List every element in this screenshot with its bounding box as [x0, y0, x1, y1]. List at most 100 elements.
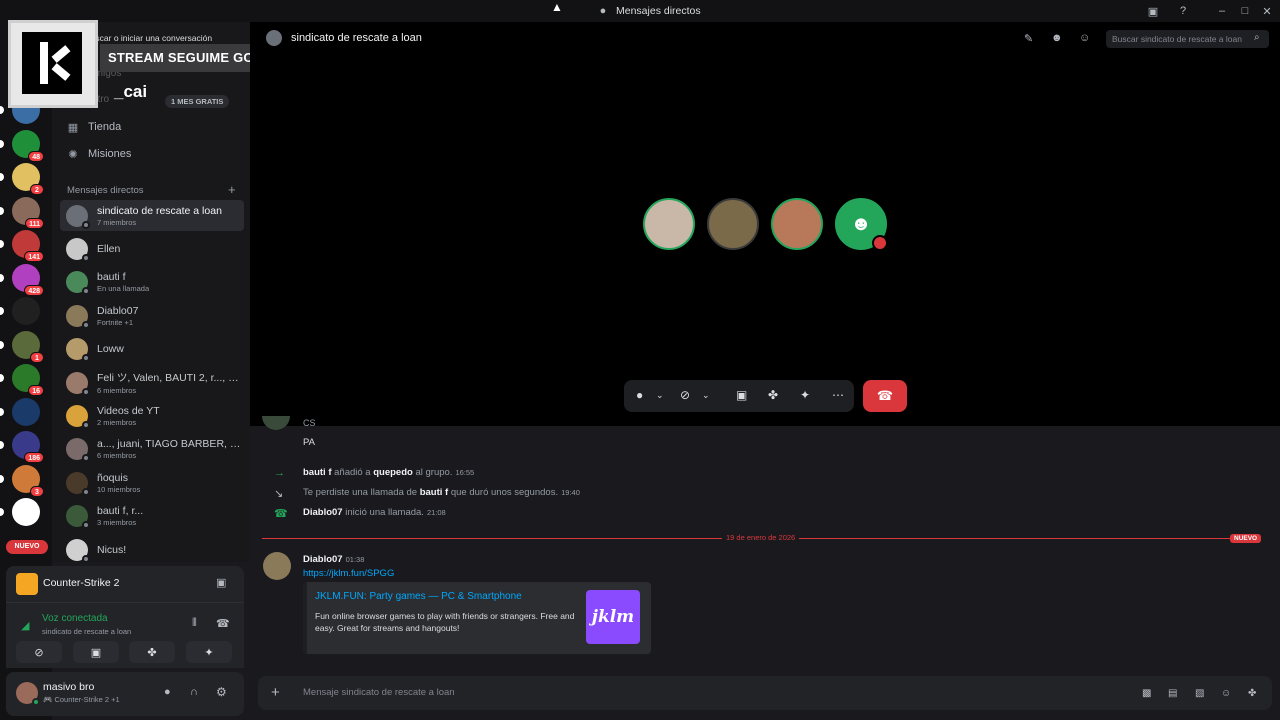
avatar [66, 471, 90, 496]
dm-item[interactable]: bauti f, r... 3 miembros [60, 501, 244, 532]
server-icon[interactable] [0, 397, 40, 426]
settings-gear-icon[interactable]: ⚙ [216, 685, 227, 699]
mouse-cursor-icon: ▲ [551, 0, 563, 14]
system-actor[interactable]: bauti f [303, 467, 332, 478]
dm-item[interactable]: Ellen [60, 233, 244, 264]
search-icon: ⌕ [1254, 32, 1260, 43]
embed-title[interactable]: JKLM.FUN: Party games — PC & Smartphone [315, 591, 522, 602]
channel-title[interactable]: sindicato de rescate a loan [291, 32, 422, 44]
gif-icon[interactable]: ▤ [1168, 688, 1177, 699]
server-icon[interactable]: 141 [0, 230, 44, 262]
dm-item[interactable]: sindicato de rescate a loan 7 miembros [60, 200, 244, 231]
headphones-icon[interactable]: ∩ [190, 686, 198, 698]
mention-badge: 186 [24, 452, 44, 463]
server-icon[interactable]: 48 [0, 129, 44, 162]
server-icon[interactable]: 1 [0, 330, 44, 363]
pin-icon[interactable]: ✎ [1024, 32, 1033, 45]
nav-missions[interactable]: ✺ Misiones [66, 147, 131, 161]
system-actor[interactable]: Diablo07 [303, 507, 343, 518]
dm-name: a..., juani, TIAGO BARBER, la... [97, 438, 242, 451]
channel-search-input[interactable]: Buscar sindicato de rescate a loan [1106, 30, 1269, 48]
avatar[interactable] [16, 682, 40, 706]
camera-toggle-icon[interactable]: ⊘ [16, 641, 62, 663]
dm-name: Feli ツ, Valen, BAUTI 2, r..., b... [97, 372, 242, 384]
call-activities-icon[interactable]: ✤ [768, 388, 778, 402]
message-link[interactable]: https://jklm.fun/SPGG [303, 568, 394, 579]
minimize-icon[interactable]: – [1215, 4, 1229, 18]
screen-share-icon[interactable]: ▣ [73, 641, 119, 663]
activity-stream-icon[interactable]: ▣ [216, 576, 226, 589]
embed-thumbnail[interactable]: jklm [586, 590, 640, 644]
new-servers-pill[interactable]: NUEVO [6, 540, 48, 554]
dm-item[interactable]: Loww [60, 334, 244, 365]
dm-item[interactable]: Nicus! [60, 534, 244, 565]
message-author[interactable]: Diablo07 [303, 554, 343, 565]
soundboard-icon[interactable]: ✦ [186, 641, 232, 663]
call-camera-off-icon[interactable]: ⊘ [680, 388, 690, 402]
chevron-down-icon[interactable]: ⌄ [656, 390, 664, 401]
user-status: 🎮 Counter-Strike 2 +1 [43, 695, 120, 704]
chevron-down-icon[interactable]: ⌄ [702, 390, 710, 401]
dm-item[interactable]: bauti f En una llamada [60, 267, 244, 298]
apps-icon[interactable]: ✤ [1248, 688, 1256, 699]
dm-item[interactable]: ñoquis 10 miembros [60, 467, 244, 498]
mention-badge: 48 [28, 150, 44, 162]
window-title: ● Mensajes directos [596, 4, 701, 18]
avatar [66, 538, 90, 563]
dm-search-input[interactable]: Buscar o iniciar una conversación [85, 33, 212, 43]
avatar [66, 338, 90, 363]
maximize-icon[interactable]: □ [1238, 4, 1252, 18]
dm-text: ñoquis 10 miembros [97, 472, 140, 494]
help-icon[interactable]: ? [1176, 4, 1190, 18]
server-icon[interactable]: 428 [0, 263, 44, 296]
system-target[interactable]: quepedo [373, 467, 413, 478]
server-icon[interactable]: 16 [0, 364, 44, 396]
call-screen-share-icon[interactable]: ▣ [736, 388, 747, 402]
activities-icon[interactable]: ✤ [129, 641, 175, 663]
dm-item[interactable]: a..., juani, TIAGO BARBER, la... 6 miembr… [60, 434, 244, 465]
activity-panel[interactable]: Counter-Strike 2 ▣ [6, 566, 244, 602]
add-member-icon[interactable]: ☻ [1051, 32, 1063, 44]
dm-item[interactable]: Videos de YT 2 miembros [60, 400, 244, 431]
disconnect-icon[interactable]: ☎ [216, 617, 230, 630]
server-icon[interactable]: 3 [0, 464, 44, 497]
add-attachment-icon[interactable]: + [271, 684, 280, 701]
call-participant-avatar[interactable] [771, 198, 823, 250]
call-participant-avatar[interactable] [643, 198, 695, 250]
member-list-icon[interactable]: ☺ [1079, 32, 1090, 44]
close-icon[interactable]: ✕ [1260, 4, 1274, 18]
sticker-icon[interactable]: ▧ [1195, 688, 1204, 699]
message-input[interactable]: Mensaje sindicato de rescate a loan [303, 687, 455, 698]
user-name[interactable]: masivo bro [43, 681, 94, 693]
shop-icon: ▦ [67, 121, 79, 134]
phone-hangup-icon: ☎ [876, 388, 894, 403]
dm-text: Feli ツ, Valen, BAUTI 2, r..., b... 6 miem… [97, 370, 242, 395]
emoji-icon[interactable]: ☺ [1221, 688, 1231, 699]
dm-item[interactable]: Diablo07 Fortnite +1 [60, 300, 244, 331]
server-icon[interactable]: 186 [0, 431, 44, 463]
more-options-icon[interactable]: ⋯ [832, 388, 844, 402]
nav-shop[interactable]: ▦ Tienda [66, 120, 121, 134]
call-soundboard-icon[interactable]: ✦ [800, 388, 810, 402]
server-icon[interactable]: 111 [0, 196, 44, 229]
server-icon[interactable] [0, 297, 40, 325]
voice-channel[interactable]: sindicato de rescate a loan [42, 627, 131, 636]
call-participant-avatar[interactable] [707, 198, 759, 250]
call-microphone-icon[interactable]: ● [636, 388, 643, 402]
hang-up-button[interactable]: ☎ [863, 380, 907, 412]
system-actor[interactable]: bauti f [420, 487, 449, 498]
noise-suppression-icon[interactable]: ⦀ [192, 617, 197, 630]
create-dm-icon[interactable]: + [228, 182, 236, 197]
server-icon[interactable] [0, 498, 40, 526]
dm-text: Videos de YT 2 miembros [97, 405, 160, 427]
voice-status[interactable]: Voz conectada [42, 613, 108, 624]
dm-text: bauti f En una llamada [97, 271, 149, 293]
gift-icon[interactable]: ▩ [1142, 688, 1151, 699]
inbox-icon[interactable]: ▣ [1146, 4, 1160, 18]
counter-strike-icon [16, 573, 38, 595]
dm-item[interactable]: Feli ツ, Valen, BAUTI 2, r..., b... 6 miem… [60, 367, 244, 398]
server-icon[interactable]: 2 [0, 163, 44, 195]
microphone-icon[interactable]: ● [164, 686, 171, 698]
dm-text: Ellen [97, 243, 120, 255]
avatar[interactable] [263, 552, 291, 580]
